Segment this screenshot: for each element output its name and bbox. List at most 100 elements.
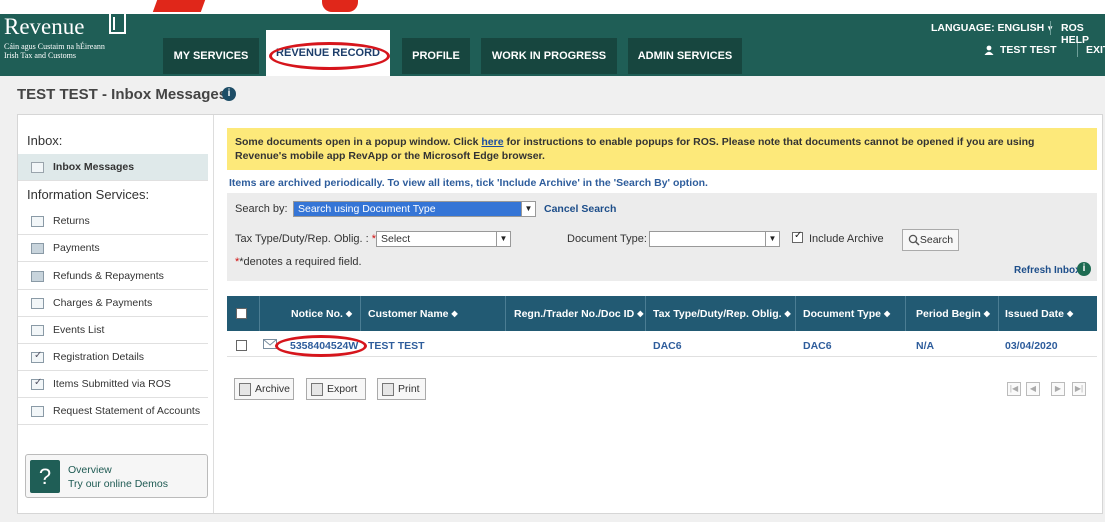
language-label: LANGUAGE: ENGLISH — [931, 22, 1045, 34]
archive-icon — [239, 382, 251, 396]
question-icon: ? — [30, 460, 60, 493]
search-button-label: Search — [919, 234, 954, 246]
first-page-icon[interactable]: |◀ — [1007, 382, 1021, 396]
tax-type-cell: DAC6 — [653, 340, 682, 352]
col-regn[interactable]: Regn./Trader No./Doc ID ◆ — [514, 296, 643, 331]
demo-box[interactable]: ? Overview Try our online Demos — [25, 454, 208, 498]
table-header: Notice No. ◆ Customer Name ◆ Regn./Trader … — [227, 296, 1097, 331]
divider — [1077, 43, 1078, 57]
sidebar-item-label: Events List — [53, 324, 105, 336]
cancel-search-link[interactable]: Cancel Search — [544, 203, 616, 215]
tax-type-select[interactable]: Select ▼ — [376, 231, 511, 247]
column-divider — [795, 296, 796, 331]
demo-overview[interactable]: Overview — [68, 464, 112, 476]
sidebar-item-returns[interactable]: Returns — [18, 208, 208, 235]
search-button[interactable]: Search — [902, 229, 959, 251]
document-icon — [31, 216, 44, 227]
tab-profile[interactable]: PROFILE — [402, 38, 470, 74]
refund-card-icon — [31, 271, 44, 282]
notice-text: Some documents open in a popup window. C… — [235, 136, 482, 148]
doc-type-label-text: Document Type: — [567, 233, 647, 245]
revenue-logo[interactable]: Revenue — [4, 14, 84, 40]
demo-link[interactable]: Try our online Demos — [68, 478, 168, 490]
envelope-icon — [31, 162, 44, 173]
print-button[interactable]: Print — [377, 378, 426, 400]
col-label: Document Type — [803, 307, 881, 320]
period-begin-cell: N/A — [916, 340, 935, 352]
checkbox-icon — [31, 377, 44, 390]
sidebar-item-registration[interactable]: Registration Details — [18, 344, 208, 371]
header-top-strip — [0, 0, 1105, 14]
col-notice-no[interactable]: Notice No. ◆ — [291, 296, 352, 331]
document-icon — [31, 298, 44, 309]
info-icon[interactable]: i — [1077, 262, 1091, 276]
red-highlight-stroke — [152, 0, 206, 12]
row-checkbox[interactable] — [236, 340, 247, 351]
export-icon — [311, 382, 323, 396]
chevron-down-icon: ▼ — [765, 232, 779, 246]
sidebar-item-payments[interactable]: Payments — [18, 235, 208, 262]
info-icon[interactable]: i — [222, 87, 236, 101]
header: Revenue Cáin agus Custaim na hÉireann Ir… — [0, 0, 1105, 76]
search-by-select[interactable]: Search using Document Type ▼ — [293, 201, 536, 217]
popup-help-link[interactable]: here — [481, 136, 503, 148]
tab-my-services[interactable]: MY SERVICES — [163, 38, 259, 74]
required-note-text: *denotes a required field. — [239, 256, 362, 268]
sidebar-item-label: Payments — [53, 242, 100, 254]
col-period-begin[interactable]: Period Begin ◆ — [916, 296, 990, 331]
sidebar-item-statement[interactable]: Request Statement of Accounts — [18, 398, 208, 425]
export-button[interactable]: Export — [306, 378, 366, 400]
sidebar-item-events[interactable]: Events List — [18, 317, 208, 344]
page-title: TEST TEST - Inbox Messages — [17, 86, 228, 103]
archive-button[interactable]: Archive — [234, 378, 294, 400]
sort-icon: ◆ — [883, 309, 891, 318]
sidebar-item-submitted[interactable]: Items Submitted via ROS — [18, 371, 208, 398]
col-label: Tax Type/Duty/Rep. Oblig. — [653, 307, 782, 320]
sidebar-item-label: Inbox Messages — [53, 161, 135, 173]
doc-type-select[interactable]: ▼ — [649, 231, 780, 247]
archive-note: Items are archived periodically. To view… — [229, 177, 708, 189]
red-annotation-circle — [269, 42, 390, 70]
include-archive-label: Include Archive — [809, 233, 884, 245]
sidebar-item-refunds[interactable]: Refunds & Repayments — [18, 263, 208, 290]
archive-label: Archive — [255, 383, 291, 395]
col-label: Period Begin — [916, 307, 981, 320]
chevron-down-icon: ▼ — [521, 202, 535, 216]
column-divider — [905, 296, 906, 331]
doc-type-label: Document Type: * — [567, 233, 654, 245]
tax-type-value: Select — [381, 233, 411, 245]
sidebar-item-label: Request Statement of Accounts — [53, 405, 201, 417]
logo-subtitle-irish: Cáin agus Custaim na hÉireann — [4, 42, 105, 51]
harp-logo-icon — [109, 12, 126, 34]
column-divider — [259, 296, 260, 331]
col-customer-name[interactable]: Customer Name ◆ — [368, 296, 458, 331]
ros-help-link[interactable]: ROS HELP — [1061, 22, 1105, 46]
next-page-icon[interactable]: ▶ — [1051, 382, 1065, 396]
select-all-checkbox[interactable] — [236, 308, 247, 319]
language-selector[interactable]: LANGUAGE: ENGLISH▼ — [931, 22, 1054, 34]
col-issued-date[interactable]: Issued Date ◆ — [1005, 296, 1073, 331]
customer-name-cell[interactable]: TEST TEST — [368, 340, 425, 352]
column-divider — [645, 296, 646, 331]
last-page-icon[interactable]: ▶| — [1072, 382, 1086, 396]
sort-icon: ◆ — [345, 309, 353, 318]
col-document-type[interactable]: Document Type ◆ — [803, 296, 890, 331]
col-label: Notice No. — [291, 307, 343, 320]
tab-work-in-progress[interactable]: WORK IN PROGRESS — [481, 38, 617, 74]
col-label: Regn./Trader No./Doc ID — [514, 307, 635, 320]
chevron-down-icon: ▼ — [496, 232, 510, 246]
sidebar-item-inbox-messages[interactable]: Inbox Messages — [18, 154, 208, 181]
col-tax-type[interactable]: Tax Type/Duty/Rep. Oblig. ◆ — [653, 296, 791, 331]
column-divider — [505, 296, 506, 331]
exit-link[interactable]: EXIT — [1086, 44, 1105, 56]
include-archive-checkbox[interactable] — [792, 230, 803, 243]
tax-type-label-text: Tax Type/Duty/Rep. Oblig. : — [235, 233, 369, 245]
tab-admin-services[interactable]: ADMIN SERVICES — [628, 38, 742, 74]
refresh-inbox-link[interactable]: Refresh Inbox — [1014, 265, 1081, 276]
prev-page-icon[interactable]: ◀ — [1026, 382, 1040, 396]
sidebar-item-charges[interactable]: Charges & Payments — [18, 290, 208, 317]
sidebar-item-label: Registration Details — [53, 351, 145, 363]
print-icon — [382, 382, 394, 396]
user-icon — [984, 45, 994, 55]
required-note: **denotes a required field. — [235, 256, 362, 268]
